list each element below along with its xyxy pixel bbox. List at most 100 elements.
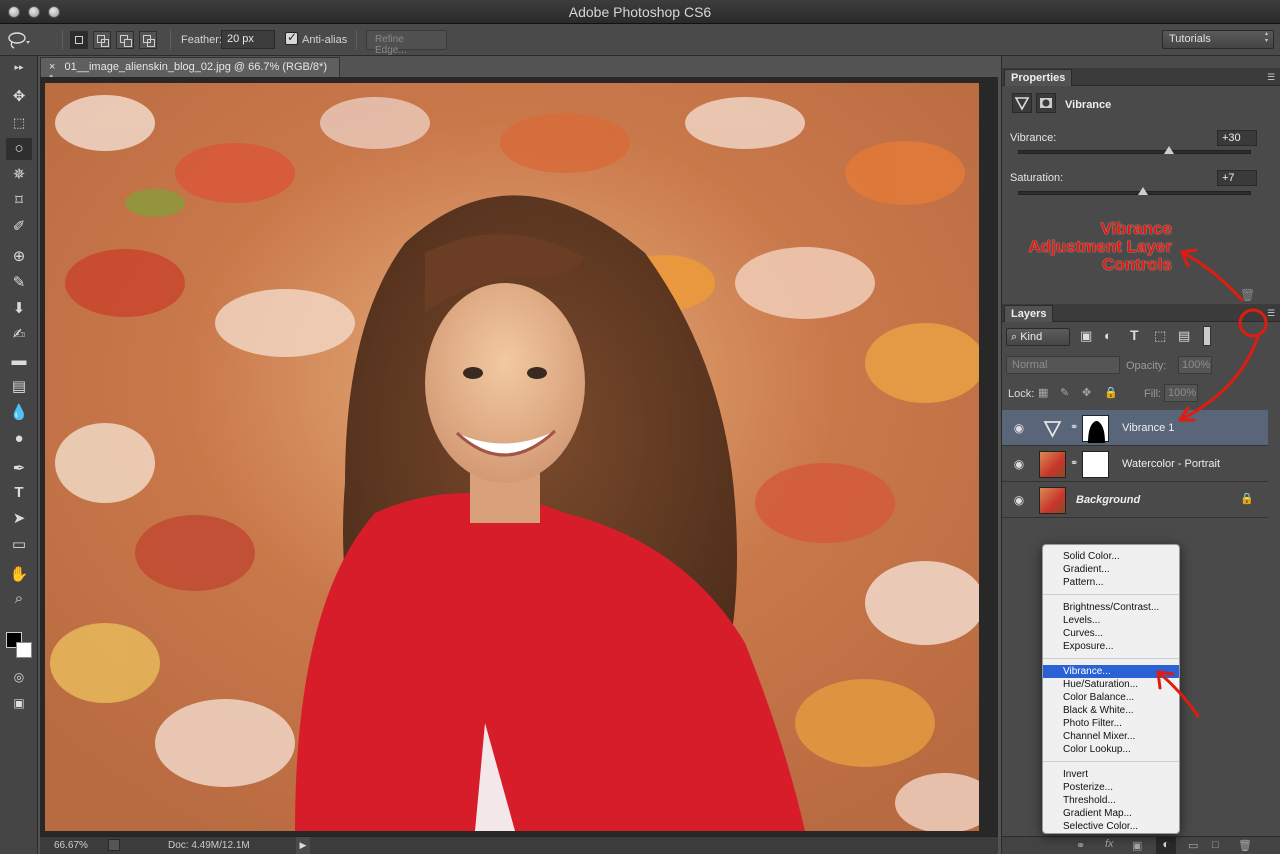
- clone-stamp-tool-icon[interactable]: ⬇: [6, 298, 32, 320]
- refine-edge-button[interactable]: Refine Edge...: [366, 30, 447, 56]
- fill-field[interactable]: 100%: [1164, 384, 1198, 402]
- properties-tab[interactable]: Properties: [1004, 69, 1073, 86]
- close-document-icon[interactable]: ×: [49, 61, 55, 73]
- menu-item-selective-color[interactable]: Selective Color...: [1043, 820, 1179, 833]
- menu-item-hue-saturation[interactable]: Hue/Saturation...: [1043, 678, 1179, 691]
- add-to-selection-icon[interactable]: [93, 31, 111, 49]
- screen-mode-icon[interactable]: ▣: [6, 692, 32, 714]
- filter-toggle[interactable]: [1203, 326, 1211, 346]
- opacity-field[interactable]: 100%: [1178, 356, 1212, 374]
- vibrance-value-field[interactable]: +30: [1217, 130, 1257, 146]
- new-adjustment-layer-icon[interactable]: ◐: [1156, 837, 1176, 854]
- dodge-tool-icon[interactable]: ●: [6, 428, 32, 450]
- status-menu-arrow-icon[interactable]: ▶: [296, 837, 310, 854]
- menu-item-vibrance[interactable]: Vibrance...: [1043, 665, 1179, 678]
- layer-row-background[interactable]: ◉ Background 🔒: [1002, 482, 1268, 518]
- link-layers-icon[interactable]: ⚭: [1076, 839, 1085, 852]
- delete-layer-icon[interactable]: 🗑: [1238, 839, 1252, 852]
- filter-kind-dropdown[interactable]: ⌕ Kind: [1006, 328, 1070, 346]
- menu-item-color-lookup[interactable]: Color Lookup...: [1043, 743, 1179, 756]
- menu-item-brightness-contrast[interactable]: Brightness/Contrast...: [1043, 601, 1179, 614]
- menu-item-channel-mixer[interactable]: Channel Mixer...: [1043, 730, 1179, 743]
- new-selection-mode-icon[interactable]: [70, 31, 88, 49]
- layers-menu-icon[interactable]: ☰: [1265, 307, 1277, 319]
- path-selection-tool-icon[interactable]: ➤: [6, 508, 32, 530]
- blend-mode-dropdown[interactable]: Normal: [1006, 356, 1120, 374]
- visibility-eye-icon[interactable]: ◉: [1012, 493, 1026, 507]
- visibility-eye-icon[interactable]: ◉: [1012, 421, 1026, 435]
- document-tab[interactable]: × 01__image_alienskin_blog_02.jpg @ 66.7…: [40, 57, 340, 85]
- quick-mask-icon[interactable]: ◎: [6, 666, 32, 688]
- move-tool-icon[interactable]: ✥: [6, 86, 32, 108]
- new-group-icon[interactable]: ▭: [1188, 839, 1198, 852]
- menu-item-photo-filter[interactable]: Photo Filter...: [1043, 717, 1179, 730]
- antialias-checkbox[interactable]: [285, 30, 298, 45]
- filter-smart-object-icon[interactable]: ▤: [1178, 328, 1194, 344]
- blur-tool-icon[interactable]: 💧: [6, 402, 32, 424]
- new-layer-icon[interactable]: □: [1212, 839, 1219, 851]
- saturation-slider[interactable]: [1018, 187, 1251, 195]
- chain-link-icon[interactable]: ⚭: [1070, 458, 1078, 469]
- hand-tool-icon[interactable]: ✋: [6, 564, 32, 586]
- crop-tool-icon[interactable]: ⌑: [6, 190, 32, 212]
- gradient-tool-icon[interactable]: ▤: [6, 376, 32, 398]
- lasso-tool-icon[interactable]: ○: [6, 138, 32, 160]
- menu-item-color-balance[interactable]: Color Balance...: [1043, 691, 1179, 704]
- trash-icon[interactable]: 🗑: [1240, 288, 1255, 302]
- filter-pixel-icon[interactable]: ▣: [1080, 328, 1096, 344]
- menu-item-pattern[interactable]: Pattern...: [1043, 576, 1179, 589]
- intersect-selection-icon[interactable]: [139, 31, 157, 49]
- shape-tool-icon[interactable]: ▭: [6, 534, 32, 556]
- brush-tool-icon[interactable]: ✎: [6, 272, 32, 294]
- menu-item-threshold[interactable]: Threshold...: [1043, 794, 1179, 807]
- lock-position-icon[interactable]: ✥: [1082, 386, 1096, 400]
- layer-row-watercolor[interactable]: ◉ ⚭ Watercolor - Portrait: [1002, 446, 1268, 482]
- lock-all-icon[interactable]: 🔒: [1104, 386, 1118, 400]
- menu-item-solid-color[interactable]: Solid Color...: [1043, 550, 1179, 563]
- filter-type-icon[interactable]: T: [1130, 327, 1146, 343]
- healing-brush-tool-icon[interactable]: ⊕: [6, 246, 32, 268]
- menu-item-gradient[interactable]: Gradient...: [1043, 563, 1179, 576]
- workspace-switcher[interactable]: Tutorials: [1162, 30, 1274, 49]
- properties-menu-icon[interactable]: ☰: [1265, 71, 1277, 83]
- zoom-tool-icon[interactable]: ⌕: [6, 588, 32, 610]
- layer-mask-thumbnail[interactable]: [1082, 415, 1109, 443]
- collapse-toolbar-icon[interactable]: ▸▸: [6, 62, 32, 72]
- menu-item-curves[interactable]: Curves...: [1043, 627, 1179, 640]
- chain-link-icon[interactable]: ⚭: [1070, 422, 1078, 433]
- image-canvas[interactable]: [45, 83, 979, 831]
- saturation-slider-thumb[interactable]: [1137, 187, 1148, 195]
- menu-item-gradient-map[interactable]: Gradient Map...: [1043, 807, 1179, 820]
- marquee-tool-icon[interactable]: ⬚: [6, 112, 32, 134]
- lasso-preset-icon[interactable]: [6, 29, 30, 51]
- visibility-eye-icon[interactable]: ◉: [1012, 457, 1026, 471]
- background-color-swatch[interactable]: [16, 642, 32, 658]
- magic-wand-tool-icon[interactable]: ✵: [6, 164, 32, 186]
- menu-item-exposure[interactable]: Exposure...: [1043, 640, 1179, 653]
- menu-item-invert[interactable]: Invert: [1043, 768, 1179, 781]
- layers-tab[interactable]: Layers: [1004, 305, 1054, 322]
- menu-item-levels[interactable]: Levels...: [1043, 614, 1179, 627]
- layer-mask-icon[interactable]: [1036, 93, 1056, 113]
- add-mask-icon[interactable]: ▣: [1132, 839, 1142, 852]
- eyedropper-tool-icon[interactable]: ✐: [6, 216, 32, 238]
- saturation-value-field[interactable]: +7: [1217, 170, 1257, 186]
- menu-item-posterize[interactable]: Posterize...: [1043, 781, 1179, 794]
- feather-input[interactable]: 20 px: [221, 30, 275, 49]
- history-brush-tool-icon[interactable]: ✍: [6, 324, 32, 346]
- eraser-tool-icon[interactable]: ▬: [6, 350, 32, 372]
- filter-shape-icon[interactable]: ⬚: [1154, 328, 1170, 344]
- lock-pixels-icon[interactable]: ✎: [1060, 386, 1074, 400]
- status-options-icon[interactable]: [108, 839, 120, 851]
- subtract-from-selection-icon[interactable]: [116, 31, 134, 49]
- type-tool-icon[interactable]: T: [6, 482, 32, 504]
- zoom-level[interactable]: 66.67%: [54, 840, 88, 851]
- vibrance-slider-thumb[interactable]: [1164, 146, 1175, 154]
- layer-style-fx-icon[interactable]: fx: [1105, 838, 1114, 850]
- lock-transparent-icon[interactable]: ▦: [1038, 386, 1052, 400]
- layer-row-vibrance[interactable]: ◉ ⚭ Vibrance 1: [1002, 410, 1268, 446]
- menu-item-black-white[interactable]: Black & White...: [1043, 704, 1179, 717]
- filter-adjustment-icon[interactable]: ◐: [1104, 328, 1120, 344]
- smart-filter-mask-thumbnail[interactable]: [1082, 451, 1109, 478]
- pen-tool-icon[interactable]: ✒: [6, 458, 32, 480]
